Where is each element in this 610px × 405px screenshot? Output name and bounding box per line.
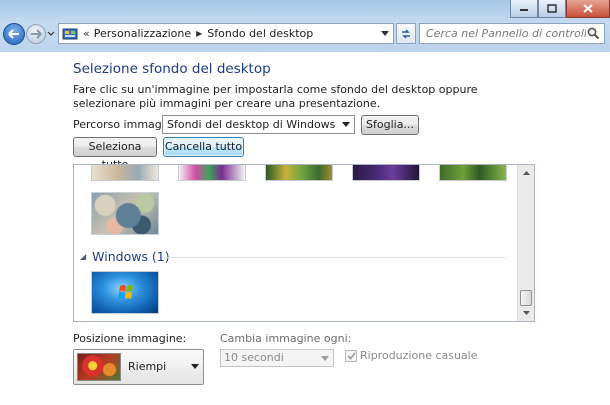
select-all-button[interactable]: Seleziona tutto	[73, 137, 157, 171]
chevron-down-icon	[342, 122, 350, 127]
close-icon	[583, 4, 593, 13]
address-bar[interactable]: « Personalizzazione ▶ Sfondo del desktop	[58, 23, 394, 44]
search-input[interactable]	[426, 27, 586, 40]
picture-position-value: Riempi	[128, 360, 167, 373]
wallpaper-thumbnail[interactable]	[91, 165, 159, 181]
scroll-down-button[interactable]	[518, 305, 534, 321]
back-button[interactable]	[3, 23, 25, 45]
search-box[interactable]	[419, 23, 605, 44]
gallery-scrollbar[interactable]	[517, 165, 534, 321]
shuffle-label: Riproduzione casuale	[360, 349, 478, 362]
wallpaper-thumbnail[interactable]	[439, 165, 507, 181]
breadcrumb-overflow[interactable]: «	[83, 27, 90, 40]
forward-button[interactable]	[26, 24, 46, 44]
breadcrumb-separator-icon[interactable]: ▶	[196, 29, 202, 38]
wallpaper-thumbnail[interactable]	[178, 165, 246, 181]
clear-all-button[interactable]: Cancella tutto	[163, 137, 244, 157]
wallpaper-gallery[interactable]: ◢ Windows (1)	[73, 164, 535, 322]
chevron-down-icon	[321, 356, 329, 361]
control-panel-icon	[62, 28, 78, 39]
picture-position-label: Posizione immagine:	[73, 332, 187, 345]
search-icon[interactable]	[587, 27, 600, 40]
gallery-group-header[interactable]: ◢ Windows (1)	[80, 249, 170, 264]
wallpaper-thumbnail[interactable]	[352, 165, 420, 181]
recent-pages-chevron-icon[interactable]	[47, 29, 55, 39]
breadcrumb-desktop-background[interactable]: Sfondo del desktop	[207, 27, 313, 40]
page-title: Selezione sfondo del desktop	[73, 61, 271, 77]
refresh-button[interactable]	[396, 23, 416, 44]
shuffle-option[interactable]: Riproduzione casuale	[345, 349, 478, 362]
browse-button[interactable]: Sfoglia...	[361, 115, 419, 135]
chevron-down-icon	[191, 364, 199, 369]
window-controls	[510, 0, 610, 18]
content-area: Selezione sfondo del desktop Fare clic s…	[0, 52, 610, 405]
breadcrumb-personalization[interactable]: Personalizzazione	[94, 27, 191, 40]
scroll-up-icon	[522, 171, 530, 175]
change-interval-value: 10 secondi	[224, 351, 284, 364]
picture-location-select[interactable]: Sfondi del desktop di Windows	[162, 115, 355, 134]
picture-position-preview	[77, 353, 121, 381]
scroll-up-button[interactable]	[518, 165, 534, 181]
refresh-icon	[402, 28, 410, 39]
checkmark-icon	[346, 351, 356, 360]
window-title-bar: « Personalizzazione ▶ Sfondo del desktop	[0, 0, 610, 52]
gallery-group-title: Windows (1)	[92, 249, 170, 264]
wallpaper-thumbnail[interactable]	[91, 192, 159, 235]
change-interval-select[interactable]: 10 secondi	[220, 349, 334, 367]
group-divider	[162, 257, 506, 258]
page-description: Fare clic su un'immagine per impostarla …	[73, 83, 478, 110]
change-interval-label: Cambia immagine ogni:	[220, 332, 352, 345]
chevron-down-icon	[381, 31, 389, 36]
arrow-left-icon	[8, 29, 19, 39]
maximize-icon	[547, 4, 557, 13]
shuffle-checkbox[interactable]	[345, 349, 357, 362]
scroll-down-icon	[522, 311, 530, 315]
minimize-icon	[520, 8, 528, 11]
picture-position-select[interactable]: Riempi	[73, 349, 204, 385]
minimize-button[interactable]	[510, 0, 538, 18]
wallpaper-thumbnail[interactable]	[265, 165, 333, 181]
collapse-arrow-icon[interactable]: ◢	[80, 252, 86, 261]
wallpaper-thumbnail-windows[interactable]	[91, 271, 159, 314]
windows-logo-icon	[118, 285, 133, 299]
maximize-button[interactable]	[538, 0, 566, 18]
picture-location-value: Sfondi del desktop di Windows	[167, 118, 336, 131]
arrow-right-icon	[31, 29, 42, 39]
close-button[interactable]	[566, 0, 610, 18]
address-dropdown-button[interactable]	[377, 24, 393, 43]
scroll-thumb[interactable]	[520, 290, 532, 306]
